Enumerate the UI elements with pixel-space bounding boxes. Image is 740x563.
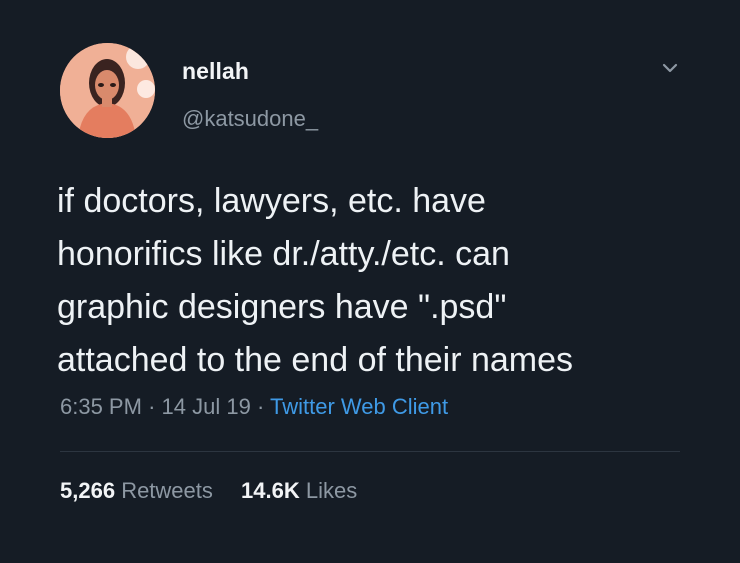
- meta-separator: ·: [256, 394, 265, 419]
- chevron-down-icon[interactable]: [660, 60, 680, 76]
- avatar[interactable]: [60, 43, 155, 138]
- user-handle[interactable]: @katsudone_: [182, 106, 318, 132]
- tweet-text: if doctors, lawyers, etc. have honorific…: [57, 175, 717, 387]
- divider: [60, 451, 680, 452]
- meta-separator: ·: [148, 394, 156, 419]
- tweet-text-line: graphic designers have ".psd": [57, 288, 507, 326]
- tweet-source-link[interactable]: Twitter Web Client: [270, 394, 448, 419]
- retweets-stat[interactable]: 5,266 Retweets: [60, 478, 219, 503]
- tweet-text-line: attached to the end of their names: [57, 341, 574, 379]
- likes-stat[interactable]: 14.6K Likes: [241, 478, 357, 503]
- likes-count: 14.6K: [241, 478, 300, 503]
- retweets-count: 5,266: [60, 478, 116, 503]
- avatar-image: [60, 43, 155, 138]
- likes-label: Likes: [305, 478, 358, 503]
- display-name[interactable]: nellah: [182, 58, 249, 85]
- tweet-meta: 6:35 PM · 14 Jul 19 · Twitter Web Client: [60, 394, 448, 420]
- tweet-text-line: if doctors, lawyers, etc. have: [57, 182, 486, 220]
- tweet-text-line: honorifics like dr./atty./etc. can: [57, 235, 510, 273]
- tweet-card: nellah @katsudone_ if doctors, lawyers, …: [0, 0, 740, 563]
- retweets-label: Retweets: [121, 478, 213, 503]
- tweet-time[interactable]: 6:35 PM: [60, 394, 142, 419]
- tweet-date[interactable]: 14 Jul 19: [162, 394, 251, 419]
- tweet-stats: 5,266 Retweets 14.6K Likes: [60, 478, 357, 504]
